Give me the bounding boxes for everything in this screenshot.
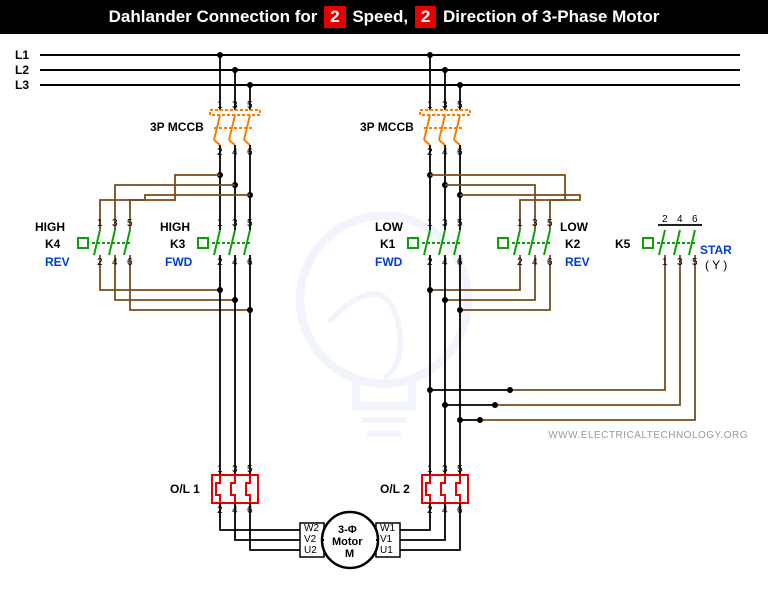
term: 2 [662, 214, 668, 225]
term: 5 [457, 218, 463, 229]
title-suffix: Direction of 3-Phase Motor [443, 7, 659, 26]
term: 2 [217, 257, 223, 268]
term: 4 [532, 257, 538, 268]
term: 2 [217, 505, 223, 516]
term: 1 [217, 218, 223, 229]
label-OL1: O/L 1 [170, 482, 200, 496]
term: 1 [97, 218, 103, 229]
term: 2 [427, 147, 433, 158]
label-K5-sym: ( Y ) [705, 258, 727, 272]
term: 3 [442, 100, 448, 111]
mt: W2 [304, 523, 319, 534]
mt: U2 [304, 545, 317, 556]
title-bar: Dahlander Connection for 2 Speed, 2 Dire… [0, 0, 768, 34]
label-K1-speed: LOW [375, 220, 403, 234]
motor-label2: Motor [332, 536, 363, 548]
label-K2-speed: LOW [560, 220, 588, 234]
title-mid1: Speed, [352, 7, 408, 26]
term: 2 [97, 257, 103, 268]
term: 6 [127, 257, 133, 268]
label-mccb-right: 3P MCCB [360, 120, 414, 134]
motor-label1: 3-Φ [338, 524, 357, 536]
label-K2: K2 [565, 237, 580, 251]
term: 3 [232, 100, 238, 111]
term: 6 [547, 257, 553, 268]
mt: U1 [380, 545, 393, 556]
term: 2 [517, 257, 523, 268]
term: 4 [677, 214, 683, 225]
label-K1-dir: FWD [375, 255, 402, 269]
term: 6 [247, 147, 253, 158]
term: 6 [457, 257, 463, 268]
term: 6 [247, 257, 253, 268]
term: 3 [677, 257, 683, 268]
term: 5 [247, 464, 253, 475]
term: 6 [457, 147, 463, 158]
label-L2: L2 [15, 63, 29, 77]
term: 4 [232, 257, 238, 268]
term: 2 [217, 147, 223, 158]
label-K4-dir: REV [45, 255, 70, 269]
term: 4 [232, 147, 238, 158]
term: 5 [457, 464, 463, 475]
term: 6 [692, 214, 698, 225]
label-K1: K1 [380, 237, 395, 251]
term: 5 [547, 218, 553, 229]
label-L3: L3 [15, 78, 29, 92]
mt: V2 [304, 534, 316, 545]
diagram-container: Dahlander Connection for 2 Speed, 2 Dire… [0, 0, 768, 614]
term: 4 [442, 257, 448, 268]
term: 1 [662, 257, 668, 268]
label-K5-mode: STAR [700, 243, 732, 257]
term: 1 [427, 218, 433, 229]
term: 5 [247, 218, 253, 229]
term: 5 [457, 100, 463, 111]
label-K4: K4 [45, 237, 60, 251]
label-K3-speed: HIGH [160, 220, 190, 234]
label-K5: K5 [615, 237, 630, 251]
label-K3: K3 [170, 237, 185, 251]
term: 3 [442, 218, 448, 229]
term: 2 [427, 257, 433, 268]
term: 3 [442, 464, 448, 475]
term: 3 [112, 218, 118, 229]
term: 6 [457, 505, 463, 516]
term: 4 [112, 257, 118, 268]
term: 5 [692, 257, 698, 268]
label-L1: L1 [15, 48, 29, 62]
term: 3 [232, 464, 238, 475]
term: 3 [232, 218, 238, 229]
term: 1 [517, 218, 523, 229]
label-K4-speed: HIGH [35, 220, 65, 234]
term: 1 [427, 100, 433, 111]
term: 4 [442, 505, 448, 516]
term: 5 [247, 100, 253, 111]
term: 3 [532, 218, 538, 229]
term: 1 [427, 464, 433, 475]
label-OL2: O/L 2 [380, 482, 410, 496]
title-num2: 2 [415, 6, 436, 28]
label-K2-dir: REV [565, 255, 590, 269]
mt: W1 [380, 523, 395, 534]
term: 2 [427, 505, 433, 516]
term: 6 [247, 505, 253, 516]
title-prefix: Dahlander Connection for [109, 7, 318, 26]
term: 4 [232, 505, 238, 516]
schematic-area: L1 L2 L3 3P MCCB 3P MCCB 1 3 5 2 4 6 1 3… [0, 30, 768, 614]
watermark-url: WWW.ELECTRICALTECHNOLOGY.ORG [548, 430, 748, 441]
term: 1 [217, 100, 223, 111]
term: 1 [217, 464, 223, 475]
label-mccb-left: 3P MCCB [150, 120, 204, 134]
term: 5 [127, 218, 133, 229]
term: 4 [442, 147, 448, 158]
mt: V1 [380, 534, 392, 545]
label-K3-dir: FWD [165, 255, 192, 269]
title-num1: 2 [324, 6, 345, 28]
motor-label3: M [345, 548, 354, 560]
